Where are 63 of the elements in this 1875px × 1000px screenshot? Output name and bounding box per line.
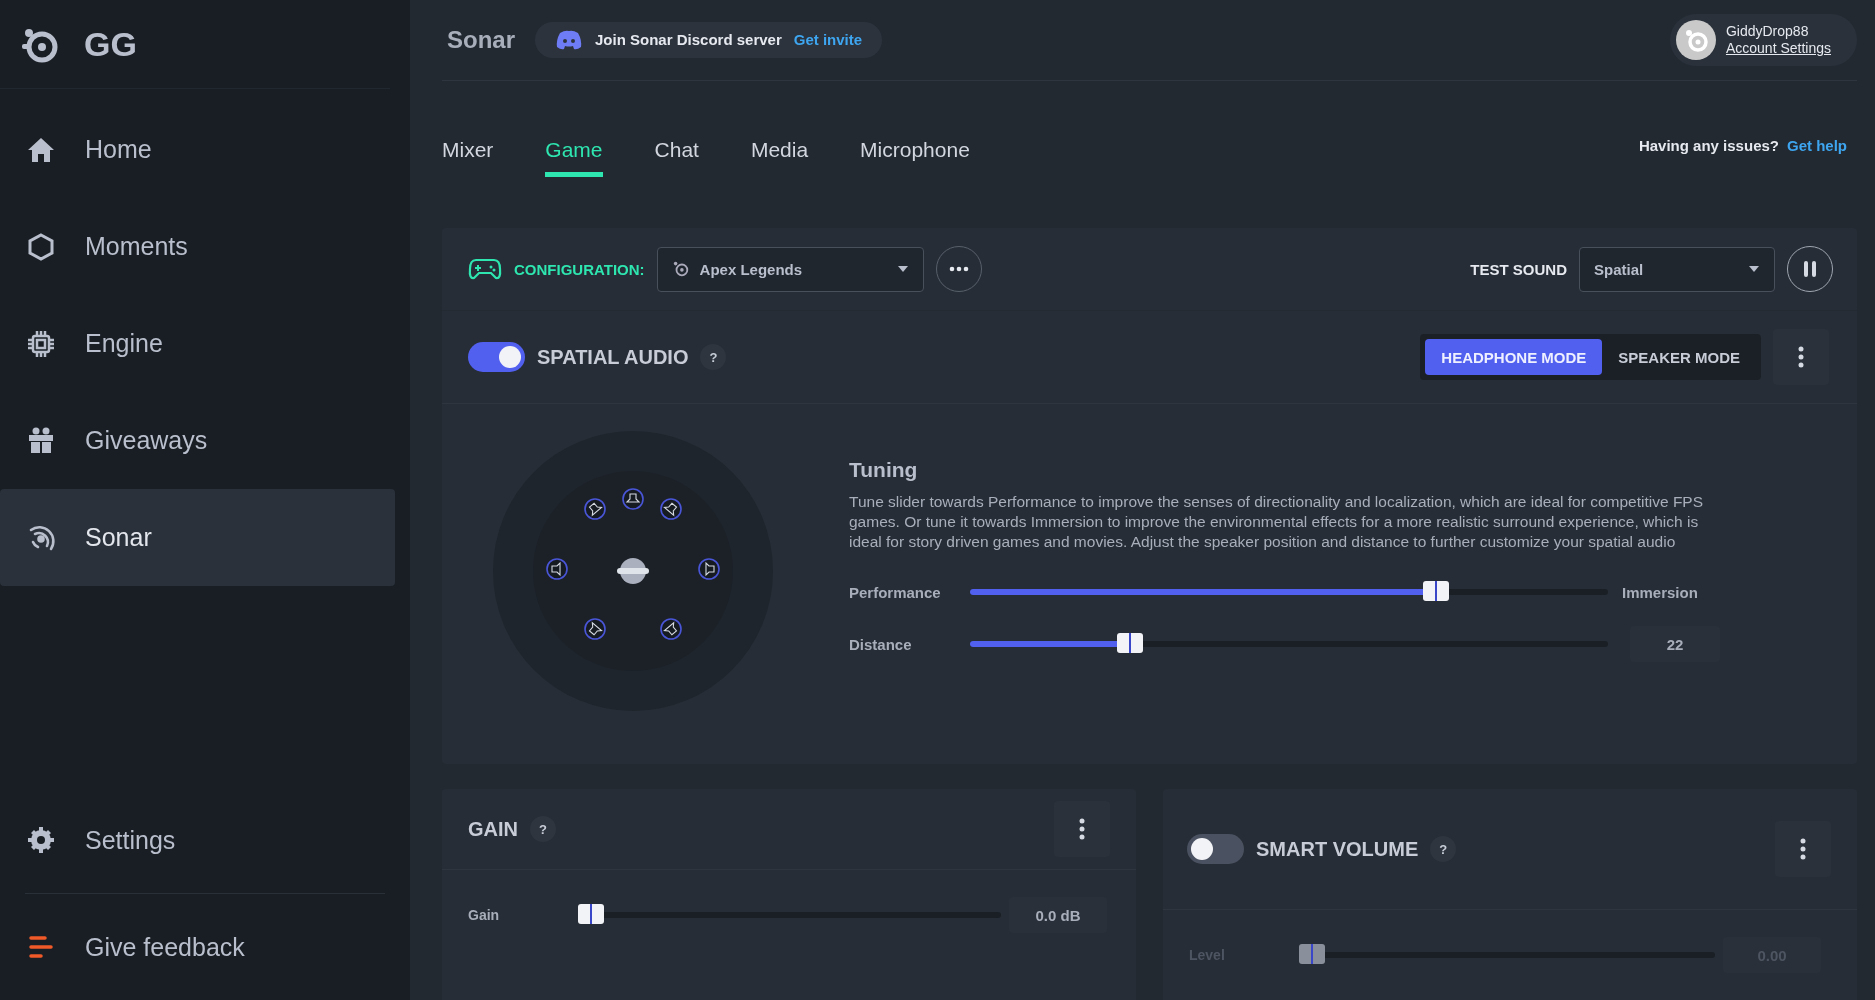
avatar-icon xyxy=(1675,19,1716,60)
menu-button[interactable] xyxy=(1054,801,1110,857)
gamepad-icon xyxy=(468,257,502,281)
slider-label: Performance xyxy=(849,583,942,601)
section-title: SPATIAL AUDIO xyxy=(537,345,689,369)
slider[interactable] xyxy=(970,633,1608,655)
nav-item[interactable]: Sonar xyxy=(0,489,395,586)
menu-icon xyxy=(1800,838,1806,860)
slider-thumb[interactable] xyxy=(1422,581,1449,601)
slider-value: 22 xyxy=(1630,626,1720,662)
help-badge[interactable]: ? xyxy=(700,344,727,370)
configuration-dropdown[interactable]: Apex Legends xyxy=(656,246,924,292)
help-badge[interactable]: ? xyxy=(530,816,556,842)
help-badge[interactable]: ? xyxy=(1430,836,1457,862)
nav-item[interactable]: Settings xyxy=(0,787,395,893)
slider[interactable] xyxy=(578,904,1001,926)
menu-button[interactable] xyxy=(1775,821,1831,877)
slider[interactable] xyxy=(970,581,1608,603)
test-sound-label: TEST SOUND xyxy=(1470,260,1567,278)
toggle-switch[interactable] xyxy=(468,342,525,372)
logo-text: GG xyxy=(84,24,137,64)
menu-icon xyxy=(1798,346,1804,368)
target-icon xyxy=(671,260,690,278)
slider-end-label: Immersion xyxy=(1622,583,1698,601)
nav-item[interactable]: Moments xyxy=(0,198,395,295)
more-icon xyxy=(948,266,969,272)
menu-button[interactable] xyxy=(1773,329,1829,385)
toggle-switch[interactable] xyxy=(1187,834,1244,864)
slider-label: Distance xyxy=(849,635,913,653)
tab[interactable]: Chat xyxy=(654,122,699,178)
mode-option[interactable]: HEADPHONE MODE xyxy=(1425,339,1603,375)
tab[interactable]: Mixer xyxy=(442,122,494,178)
caret-icon xyxy=(896,265,909,273)
page-title: Sonar xyxy=(447,25,515,54)
slider-label: Gain xyxy=(468,907,501,923)
tab[interactable]: Game xyxy=(545,122,603,178)
invite-link[interactable]: Get invite xyxy=(793,31,863,49)
slider-thumb[interactable] xyxy=(1116,633,1143,653)
username: GiddyDrop88 xyxy=(1725,22,1810,40)
chat-bubble-icon xyxy=(555,29,583,50)
nav-item[interactable]: Home xyxy=(0,101,395,198)
configuration-label: CONFIGURATION: xyxy=(514,260,645,278)
settings-icon xyxy=(25,824,57,856)
section-title: GAIN xyxy=(468,817,518,841)
slider-value: 0.0 dB xyxy=(1009,897,1107,933)
pause-icon xyxy=(1803,260,1817,278)
mode-option[interactable]: SPEAKER MODE xyxy=(1602,339,1756,375)
help-link[interactable]: Get help xyxy=(1787,137,1847,155)
nav-item[interactable]: Engine xyxy=(0,295,395,392)
tuning-description: Tune slider towards Performance to improve the senses of directionality and localization, which are ideal for competitive FPS games. Or tune it towards Immersion to improve the environmental effects for a more realistic surround experience, which is ideal for story driven games and movies. Adjust the speaker position and distance to further customize your spatial audio xyxy=(849,492,1705,552)
caret-icon xyxy=(1748,265,1760,273)
account-settings-link[interactable]: Account Settings xyxy=(1725,39,1831,57)
tuning-title: Tuning xyxy=(849,458,919,482)
test-sound-dropdown[interactable]: Spatial xyxy=(1579,246,1775,292)
slider-thumb[interactable] xyxy=(578,904,604,924)
discord-text: Join Sonar Discord server xyxy=(595,31,782,49)
nav-item[interactable]: Giveaways xyxy=(0,392,395,489)
feedback-link[interactable]: Give feedback xyxy=(0,894,395,1000)
help-text: Having any issues? xyxy=(1638,137,1779,155)
tab[interactable]: Microphone xyxy=(860,122,970,178)
tab[interactable]: Media xyxy=(750,122,809,178)
menu-icon xyxy=(1079,818,1085,840)
section-title: SMART VOLUME xyxy=(1256,837,1419,861)
